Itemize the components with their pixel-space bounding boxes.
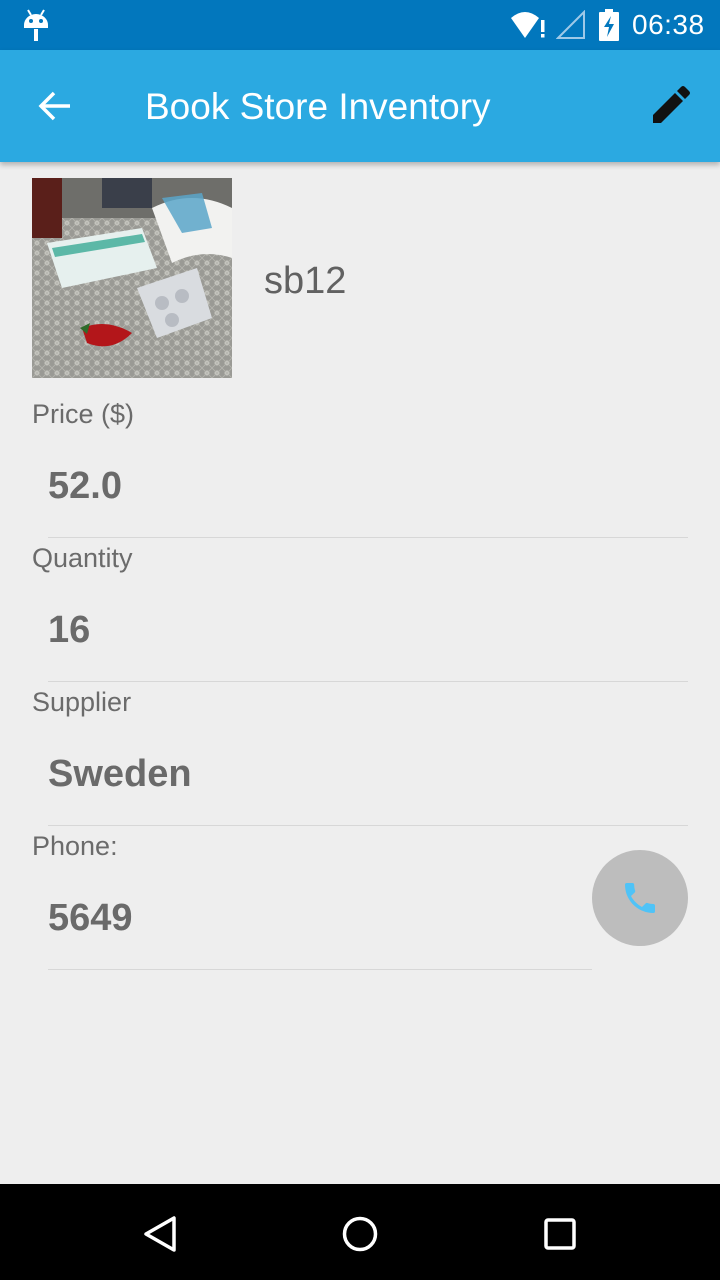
- quantity-underline: [48, 681, 688, 682]
- phone-value[interactable]: 5649: [48, 895, 133, 941]
- supplier-value[interactable]: Sweden: [48, 751, 192, 797]
- product-image: [32, 178, 232, 378]
- price-value[interactable]: 52.0: [48, 463, 122, 509]
- signal-icon: [556, 10, 585, 39]
- wifi-icon: [511, 12, 545, 38]
- recents-square-icon: [544, 1218, 576, 1250]
- screen: 06:38 Book Store Inventory sb12 Price ($…: [0, 0, 720, 1280]
- call-button[interactable]: [592, 850, 688, 946]
- back-triangle-icon: [144, 1216, 176, 1252]
- phone-underline: [48, 969, 592, 970]
- home-circle-icon: [342, 1216, 378, 1252]
- back-button[interactable]: [24, 78, 88, 134]
- status-bar: 06:38: [0, 0, 720, 50]
- edit-button[interactable]: [640, 76, 704, 136]
- page-title: Book Store Inventory: [145, 86, 491, 127]
- quantity-value[interactable]: 16: [48, 607, 90, 653]
- nav-home-button[interactable]: [328, 1208, 392, 1260]
- quantity-label: Quantity: [32, 543, 133, 573]
- navigation-bar: [0, 1184, 720, 1280]
- phone-icon: [625, 883, 655, 913]
- product-name: sb12: [264, 260, 347, 302]
- supplier-label: Supplier: [32, 687, 132, 717]
- nav-back-button[interactable]: [128, 1208, 192, 1260]
- battery-charging-icon: [599, 9, 619, 41]
- clock: 06:38: [632, 9, 705, 40]
- nav-recents-button[interactable]: [528, 1208, 592, 1260]
- price-label: Price ($): [32, 399, 135, 429]
- android-icon: [24, 9, 48, 41]
- phone-label: Phone:: [32, 831, 118, 861]
- supplier-underline: [48, 825, 688, 826]
- app-bar: Book Store Inventory: [0, 50, 720, 162]
- price-underline: [48, 537, 688, 538]
- arrow-back-icon: [38, 91, 70, 121]
- pencil-icon: [653, 86, 690, 123]
